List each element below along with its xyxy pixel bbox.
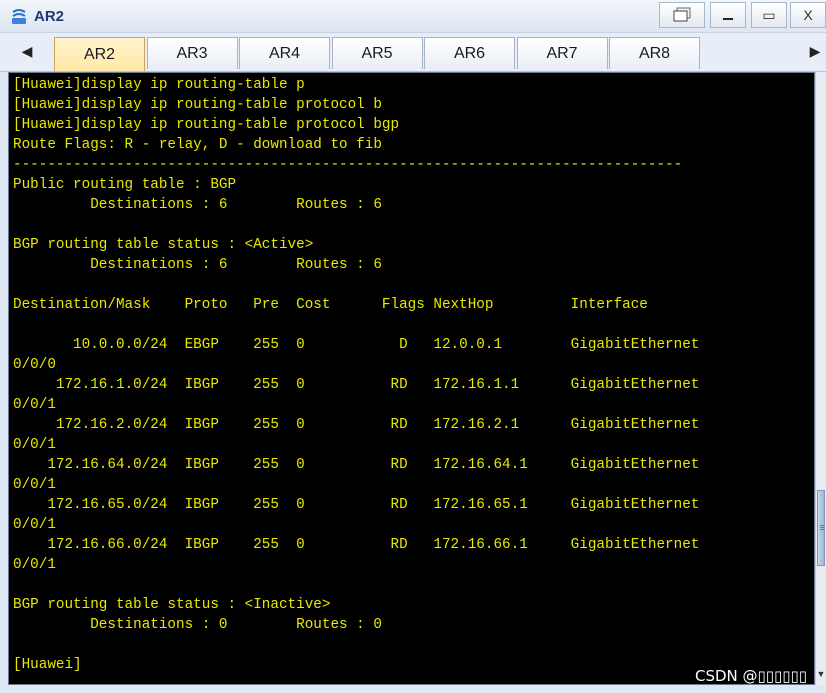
close-button[interactable]: X [790,2,826,28]
watermark: CSDN @▯▯▯▯▯▯ [695,667,808,685]
terminal-line: Destinations : 6 Routes : 6 [13,197,382,213]
terminal-line: [Huawei]display ip routing-table protoco… [13,97,382,113]
terminal-line: 0/0/1 [13,517,56,533]
router-console-icon [12,9,26,24]
tab-ar2[interactable]: AR2 [54,37,145,71]
terminal-line: ----------------------------------------… [13,157,683,173]
chevron-down-icon: ▼ [816,669,826,679]
chevron-right-icon: ▶ [809,42,821,59]
terminal-line: 10.0.0.0/24 EBGP 255 0 D 12.0.0.1 Gigabi… [13,337,700,353]
terminal-line: [Huawei]display ip routing-table p [13,77,305,93]
restore-window-button[interactable] [659,2,705,28]
minimize-icon [723,18,733,20]
scroll-down-button[interactable]: ▼ [816,666,826,682]
terminal-line: Route Flags: R - relay, D - download to … [13,137,382,153]
tab-ar6[interactable]: AR6 [424,37,515,69]
terminal-line: 172.16.2.0/24 IBGP 255 0 RD 172.16.2.1 G… [13,417,700,433]
terminal-line: BGP routing table status : <Active> [13,237,314,253]
grip-line [820,527,824,528]
grip-line [820,525,824,526]
terminal-line: Destinations : 6 Routes : 6 [13,257,382,273]
terminal-line: 0/0/1 [13,437,56,453]
grip-line [820,529,824,530]
maximize-icon: ▭ [762,6,776,23]
terminal-line: 0/0/0 [13,357,56,373]
title-bar: AR2 ▭ X [0,0,826,33]
tab-ar8[interactable]: AR8 [609,37,700,69]
terminal-console[interactable]: [Huawei]display ip routing-table p [Huawe… [8,72,815,685]
tab-scroll-right-button[interactable]: ▶ [804,38,826,64]
terminal-line: 172.16.64.0/24 IBGP 255 0 RD 172.16.64.1… [13,457,700,473]
restore-window-icon [673,7,691,22]
terminal-line: BGP routing table status : <Inactive> [13,597,331,613]
terminal-line: [Huawei] [13,657,82,673]
terminal-line: Public routing table : BGP [13,177,237,193]
tab-ar7[interactable]: AR7 [516,37,608,69]
terminal-line: 172.16.1.0/24 IBGP 255 0 RD 172.16.1.1 G… [13,377,700,393]
tab-ar3[interactable]: AR3 [146,37,238,69]
tab-ar5[interactable]: AR5 [331,37,423,69]
vertical-scrollbar[interactable]: ▼ [815,72,826,685]
terminal-line: 0/0/1 [13,557,56,573]
terminal-line: 172.16.65.0/24 IBGP 255 0 RD 172.16.65.1… [13,497,700,513]
tab-ar4[interactable]: AR4 [239,37,330,69]
scrollbar-thumb[interactable] [817,490,825,566]
close-icon: X [803,7,813,23]
terminal-line: 172.16.66.0/24 IBGP 255 0 RD 172.16.66.1… [13,537,700,553]
minimize-button[interactable] [710,2,746,28]
maximize-button[interactable]: ▭ [751,2,787,28]
terminal-line: Destination/Mask Proto Pre Cost Flags Ne… [13,297,648,313]
terminal-frame: [Huawei]display ip routing-table p [Huawe… [0,72,826,693]
terminal-line: [Huawei]display ip routing-table protoco… [13,117,400,133]
chevron-left-icon: ◀ [21,42,33,59]
tab-scroll-left-button[interactable]: ◀ [16,38,38,64]
terminal-line: Destinations : 0 Routes : 0 [13,617,382,633]
terminal-line: 0/0/1 [13,397,56,413]
terminal-line: 0/0/1 [13,477,56,493]
window-title: AR2 [34,8,65,25]
tab-bar: ◀ AR2 AR3 AR4 AR5 AR6 AR7 AR8 ▶ [0,33,826,72]
